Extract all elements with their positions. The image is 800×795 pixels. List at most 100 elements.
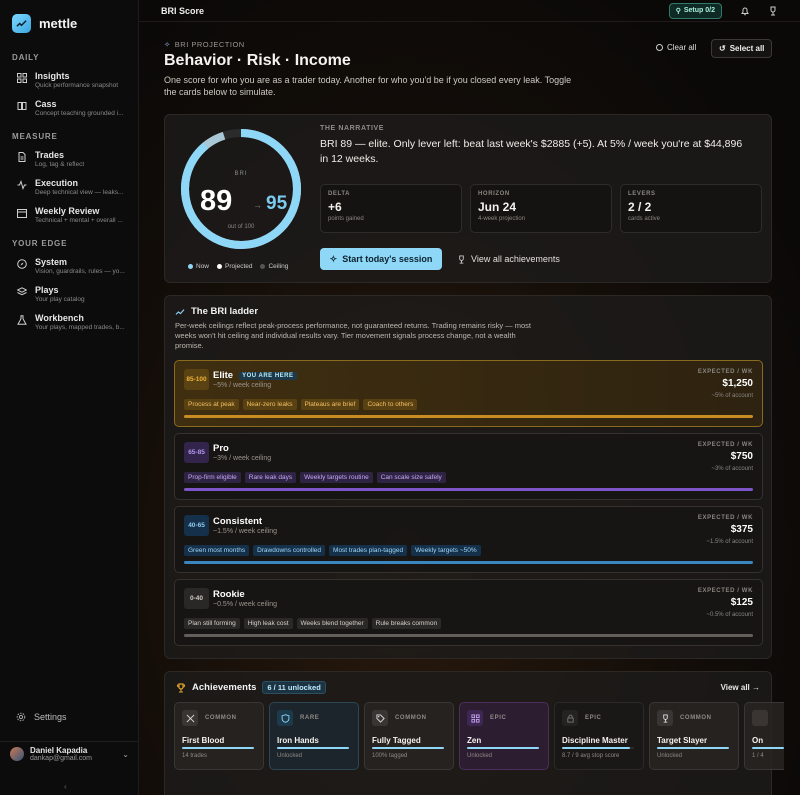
tier-tags: Process at peak Near-zero leaks Plateaus… (184, 399, 418, 410)
grid-icon (467, 710, 483, 726)
stat-label: DELTA (328, 191, 351, 197)
achievement-sub: 8.7 / 9 avg stop score (562, 753, 620, 759)
expected-value: $1,250 (722, 378, 753, 389)
grid-icon (17, 73, 27, 83)
achievement-zen[interactable]: EPIC Zen Unlocked (459, 702, 549, 770)
achievement-sub: 14 trades (182, 753, 208, 759)
expected-label: EXPECTED / WK (697, 369, 753, 375)
hero-description: One score for who you are as a trader to… (164, 75, 572, 97)
stat-label: HORIZON (478, 191, 510, 197)
swords-icon (182, 710, 198, 726)
ladder-title: The BRI ladder (175, 306, 258, 317)
achievement-rarity: EPIC (585, 715, 602, 721)
achievement-progress-bar (372, 747, 444, 749)
tier-rookie[interactable]: 0-40 Rookie ~0.5% / week ceiling Plan st… (174, 579, 763, 646)
achievement-sub: Unlocked (467, 753, 493, 759)
sidebar-item-trades[interactable]: Trades Log, tag & reflect (0, 145, 138, 173)
sidebar-item-label: Insights (35, 71, 70, 81)
tier-elite[interactable]: 85-100 Elite YOU ARE HERE ~5% / week ceil… (174, 360, 763, 427)
achievement-progress-bar (277, 747, 349, 749)
tier-tag: Weekly targets routine (300, 472, 373, 483)
sidebar-item-cass[interactable]: Cass Concept teaching grounded i... (0, 94, 138, 122)
tier-name-label: Elite (213, 370, 234, 381)
stat-sub: cards active (628, 216, 661, 222)
start-session-button[interactable]: ✧ Start today's session (320, 248, 442, 270)
narrative-text: BRI 89 — elite. Only lever left: beat la… (320, 138, 743, 165)
tag-icon (372, 710, 388, 726)
tier-pro[interactable]: 65-85 Pro ~3% / week ceiling Prop-firm e… (174, 433, 763, 500)
sidebar-item-settings[interactable]: Settings (0, 712, 83, 722)
score-label: BRI (234, 171, 248, 177)
select-all-button[interactable]: ↺ Select all (711, 39, 773, 58)
brand[interactable]: mettle (0, 0, 138, 45)
tier-name: Consistent (213, 516, 262, 527)
tier-consistent[interactable]: 40-65 Consistent ~1.5% / week ceiling Gr… (174, 506, 763, 573)
book-icon (17, 102, 27, 110)
tier-tag: Near-zero leaks (242, 399, 297, 410)
achievement-rarity: EPIC (490, 715, 507, 721)
view-achievements-link[interactable]: View all achievements (457, 254, 560, 264)
achievements-count-badge: 6 / 11 unlocked (262, 681, 326, 694)
achievement-partial[interactable]: On 1 / 4 (744, 702, 784, 770)
achievement-target-slayer[interactable]: COMMON Target Slayer Unlocked (649, 702, 739, 770)
sidebar-item-sub: Quick performance snapshot (35, 82, 119, 89)
trending-up-icon (175, 308, 185, 315)
achievement-fully-tagged[interactable]: COMMON Fully Tagged 100% tagged (364, 702, 454, 770)
achievement-progress-bar (752, 747, 784, 749)
avatar (10, 747, 24, 761)
sidebar-item-plays[interactable]: Plays Your play catalog (0, 280, 138, 308)
score-projected: 95 (266, 193, 288, 214)
tier-tag: Prop-firm eligible (184, 472, 241, 483)
circle-icon (656, 44, 663, 51)
achievement-iron-hands[interactable]: RARE Iron Hands Unlocked (269, 702, 359, 770)
achievement-name: Target Slayer (657, 736, 708, 745)
setup-button[interactable]: ⚲ Setup 0/2 (668, 2, 722, 19)
user-menu[interactable]: Daniel Kapadia dankap@gmail.com ⌄ (0, 741, 139, 762)
clear-all-button[interactable]: Clear all (656, 43, 696, 52)
tier-tags: Green most months Drawdowns controlled M… (184, 545, 481, 556)
stat-label: LEVERS (628, 191, 656, 197)
settings-label: Settings (34, 712, 67, 722)
arrow-right-icon: → (253, 200, 262, 210)
sidebar-item-workbench[interactable]: Workbench Your plays, mapped trades, b... (0, 308, 138, 336)
sidebar-item-sub: Your plays, mapped trades, b... (35, 324, 125, 331)
achievement-first-blood[interactable]: COMMON First Blood 14 trades (174, 702, 264, 770)
section-measure: MEASURE (12, 132, 58, 141)
achievements-view-all[interactable]: View all → (721, 683, 760, 692)
collapse-sidebar-icon[interactable]: ‹ (64, 782, 67, 791)
tier-tag: Plan still forming (184, 618, 240, 629)
trophy-icon[interactable] (768, 6, 778, 16)
expected-sub: ~1.5% of account (706, 539, 753, 545)
tier-tag: Plateaus are brief (300, 399, 360, 410)
tier-bar (184, 634, 753, 637)
refresh-icon: ↺ (719, 44, 726, 53)
trophy-icon (657, 710, 673, 726)
score-now: 89 (200, 185, 233, 217)
hero-title: Behavior · Risk · Income (164, 52, 351, 69)
sidebar-item-insights[interactable]: Insights Quick performance snapshot (0, 66, 138, 94)
section-your-edge: YOUR EDGE (12, 239, 68, 248)
shield-icon (277, 710, 293, 726)
sidebar-item-execution[interactable]: Execution Deep technical view — leaks... (0, 173, 138, 201)
sidebar-item-system[interactable]: System Vision, guardrails, rules — yo... (0, 252, 138, 280)
expected-sub: ~0.5% of account (706, 612, 753, 618)
tier-name-label: Rookie (213, 589, 245, 600)
tier-range: 40-65 (184, 515, 209, 536)
app-name: mettle (39, 16, 78, 31)
tier-tag: Green most months (184, 545, 250, 556)
stat-value: Jun 24 (478, 200, 517, 214)
ring-legend: Now Projected Ceiling (188, 263, 288, 270)
expected-value: $750 (730, 451, 753, 462)
flask-icon (17, 315, 27, 325)
sidebar-item-weekly-review[interactable]: Weekly Review Technical + mental + overal… (0, 201, 138, 229)
sidebar-item-sub: Log, tag & reflect (35, 161, 85, 168)
sidebar-item-label: Execution (35, 178, 79, 188)
ladder-title-label: The BRI ladder (191, 306, 259, 317)
achievement-discipline-master[interactable]: EPIC Discipline Master 8.7 / 9 avg stop … (554, 702, 644, 770)
tier-tag: Weekly targets ~50% (411, 545, 481, 556)
tier-tag: Most trades plan-tagged (329, 545, 408, 556)
bell-icon[interactable] (740, 6, 750, 16)
expected-sub: ~5% of account (711, 393, 753, 399)
tier-range: 65-85 (184, 442, 209, 463)
tier-ceiling: ~1.5% / week ceiling (213, 528, 278, 535)
